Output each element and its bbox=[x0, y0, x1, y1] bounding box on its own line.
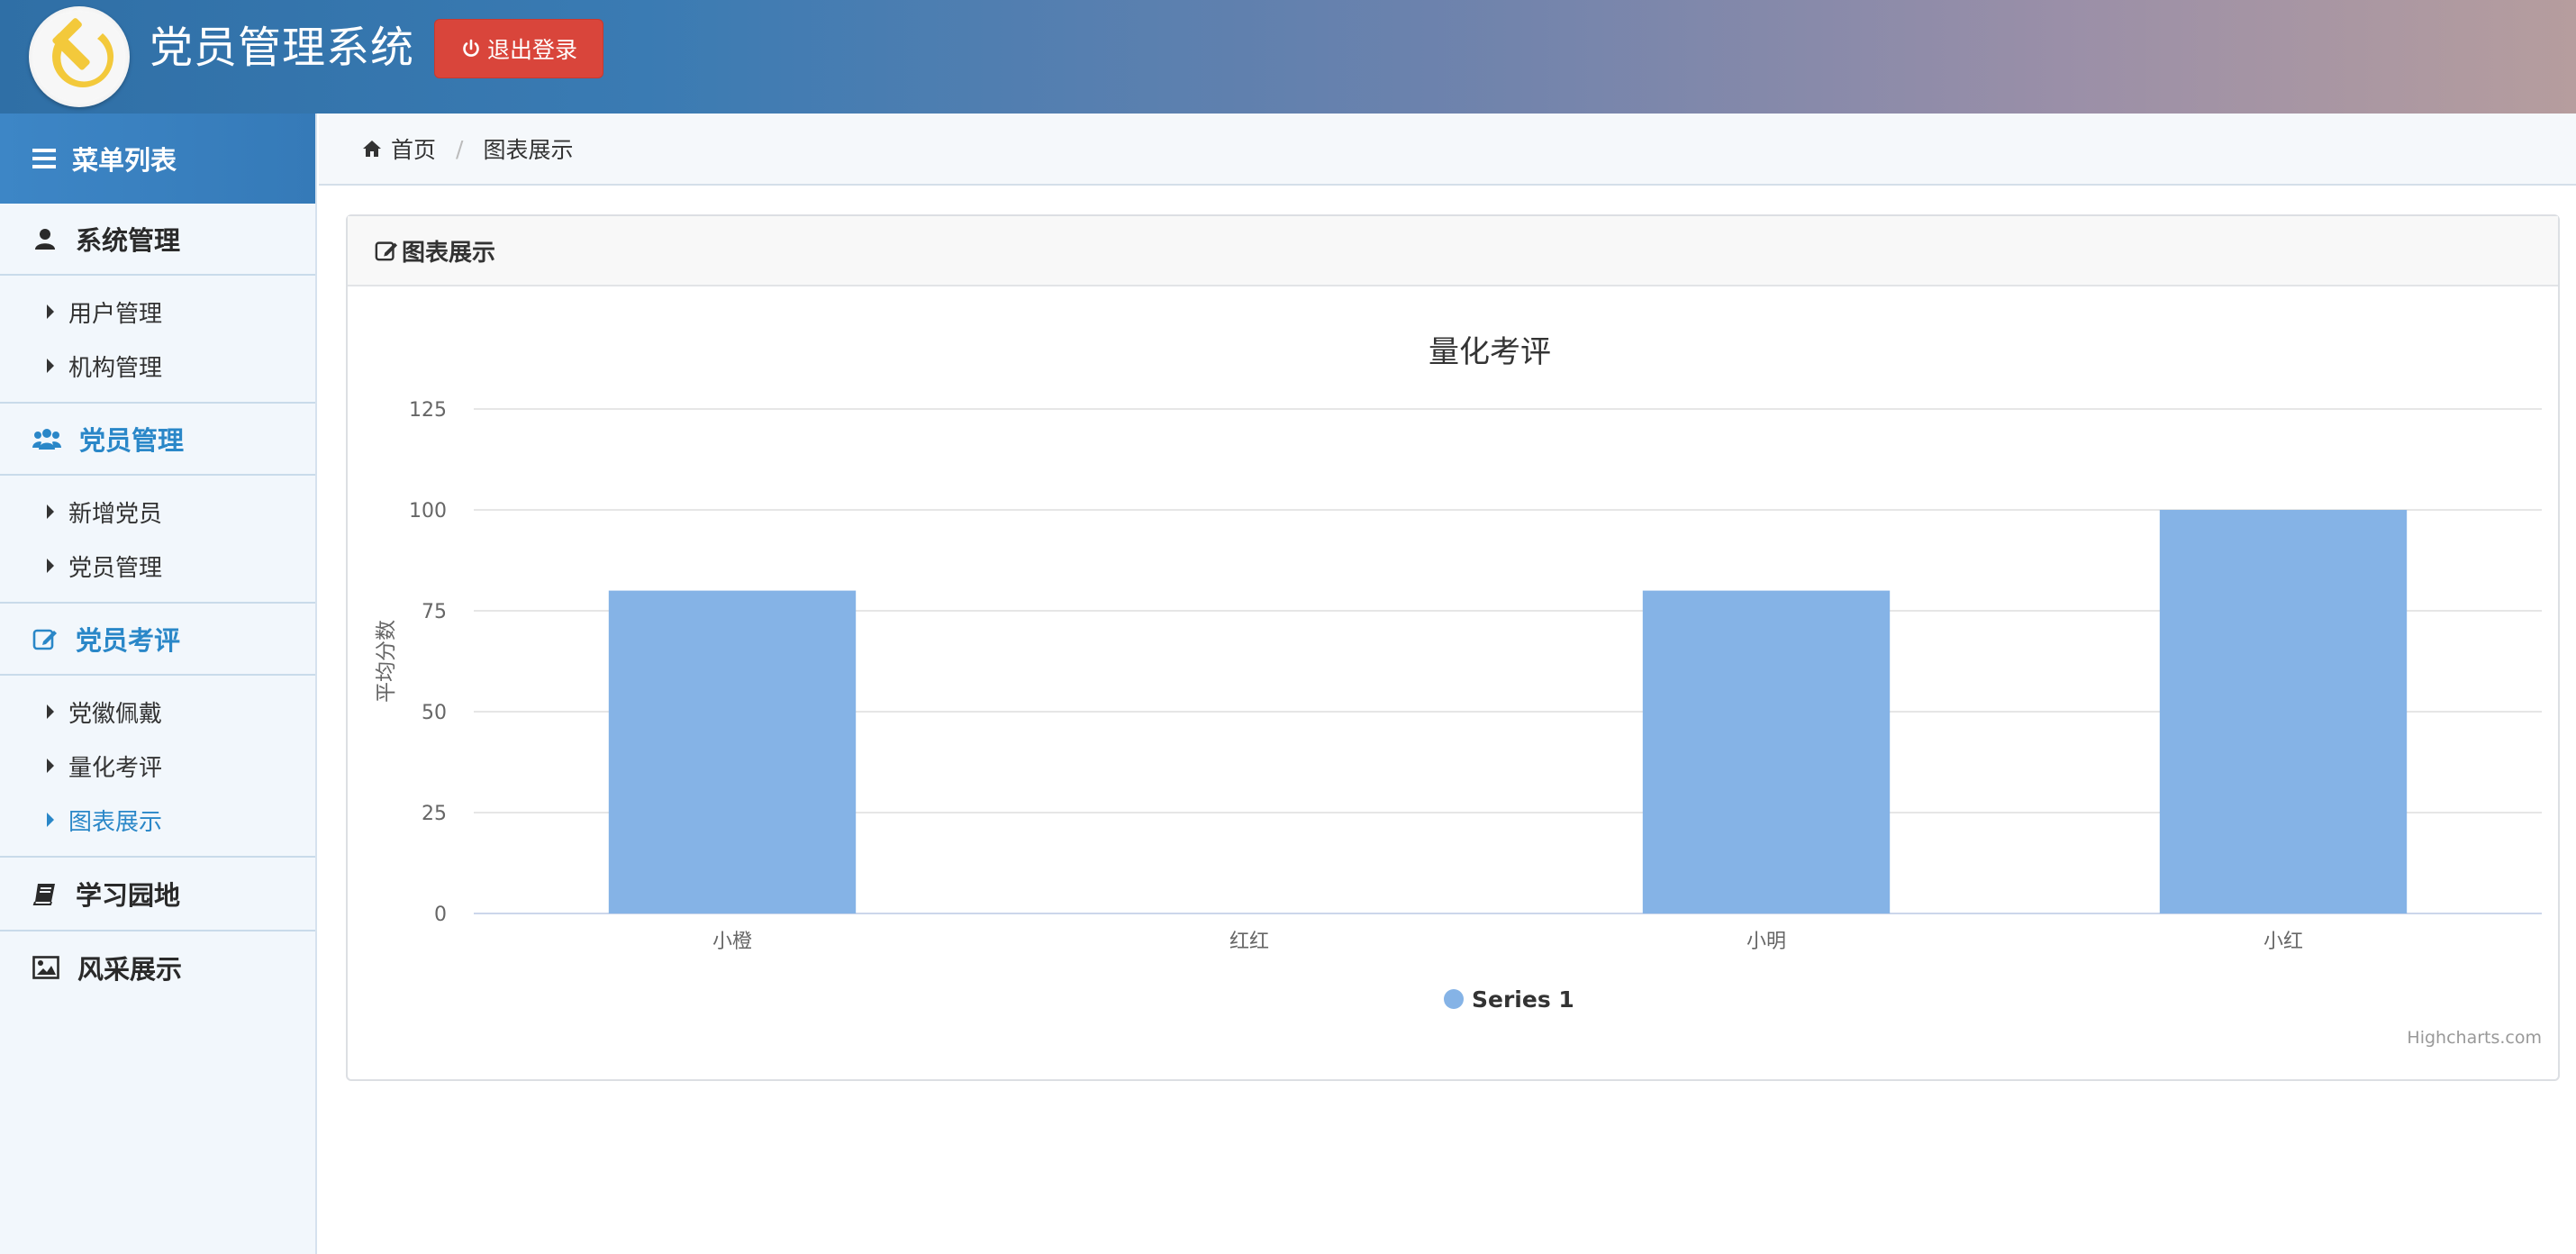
y-tick-label: 100 bbox=[409, 500, 447, 522]
users-icon bbox=[32, 429, 61, 450]
sidebar-item-quantified-evaluation[interactable]: 量化考评 bbox=[0, 739, 315, 793]
sidebar-item-badge-wearing[interactable]: 党徽佩戴 bbox=[0, 685, 315, 739]
y-tick-label: 75 bbox=[422, 601, 447, 623]
menu-header: 菜单列表 bbox=[0, 114, 315, 204]
breadcrumb-current: 图表展示 bbox=[483, 137, 574, 163]
sidebar-item-label: 用户管理 bbox=[68, 300, 163, 328]
book-icon bbox=[32, 884, 55, 905]
caret-right-icon bbox=[47, 504, 54, 519]
sidebar-group-member: 党员管理 新增党员 党员管理 bbox=[0, 404, 315, 604]
sidebar-group-title-showcase[interactable]: 风采展示 bbox=[0, 931, 315, 1004]
chart-credits: Highcharts.com bbox=[2407, 1028, 2542, 1048]
home-icon bbox=[363, 141, 381, 157]
y-tick-label: 0 bbox=[434, 904, 447, 926]
sidebar-group-label: 风采展示 bbox=[77, 954, 183, 985]
y-tick-label: 50 bbox=[422, 702, 447, 724]
x-tick-label: 小明 bbox=[1746, 931, 1786, 953]
legend-label: Series 1 bbox=[1472, 986, 1574, 1013]
y-tick-label: 125 bbox=[409, 399, 447, 422]
app-title: 党员管理系统 bbox=[150, 23, 415, 73]
sidebar-item-member-management[interactable]: 党员管理 bbox=[0, 539, 315, 593]
sidebar-item-chart-display[interactable]: 图表展示 bbox=[0, 793, 315, 847]
sidebar-group-label: 党员管理 bbox=[79, 425, 185, 456]
sidebar-group-label: 系统管理 bbox=[76, 225, 181, 256]
sidebar-group-evaluation: 党员考评 党徽佩戴 量化考评 图表展示 bbox=[0, 604, 315, 858]
user-icon bbox=[35, 229, 55, 250]
x-tick-label: 小红 bbox=[2263, 931, 2303, 953]
sidebar: 菜单列表 系统管理 用户管理 机构管理 党员管理 新增党员 党员管理 党员考评 … bbox=[0, 114, 317, 1254]
bar bbox=[1642, 590, 1891, 913]
sidebar-item-org-management[interactable]: 机构管理 bbox=[0, 339, 315, 393]
sidebar-group-title-system[interactable]: 系统管理 bbox=[0, 204, 315, 276]
caret-right-icon bbox=[47, 813, 54, 827]
breadcrumb-separator: / bbox=[456, 135, 464, 162]
sidebar-group-title-member[interactable]: 党员管理 bbox=[0, 404, 315, 476]
bar bbox=[2159, 510, 2408, 913]
app-header: 党员管理系统 退出登录 bbox=[0, 0, 2576, 114]
sidebar-item-label: 机构管理 bbox=[68, 354, 163, 382]
breadcrumb: 首页 / 图表展示 bbox=[319, 114, 2576, 186]
caret-right-icon bbox=[47, 359, 54, 373]
caret-right-icon bbox=[47, 559, 54, 573]
y-tick-label: 25 bbox=[422, 803, 447, 825]
chart-panel: 图表展示 量化考评 0 25 50 75 100 125 平均分数小橙 红红 小明 小红 Series… bbox=[346, 214, 2560, 1081]
sidebar-group-showcase: 风采展示 bbox=[0, 931, 315, 1004]
legend-symbol bbox=[1444, 989, 1464, 1009]
x-tick-label: 红红 bbox=[1229, 931, 1269, 953]
edit-icon bbox=[32, 629, 57, 650]
picture-icon bbox=[32, 956, 59, 979]
sidebar-item-label: 新增党员 bbox=[68, 500, 163, 528]
bar bbox=[608, 590, 857, 913]
bar-chart: 量化考评 0 25 50 75 100 125 平均分数小橙 红红 小明 小红 Series 1 Hig… bbox=[375, 334, 2542, 1048]
sidebar-item-label: 党徽佩戴 bbox=[68, 700, 163, 728]
panel-title: 图表展示 bbox=[402, 239, 496, 267]
sidebar-item-label: 图表展示 bbox=[68, 808, 163, 836]
sidebar-item-add-member[interactable]: 新增党员 bbox=[0, 485, 315, 539]
edit-icon bbox=[375, 241, 398, 261]
sidebar-group-system: 系统管理 用户管理 机构管理 bbox=[0, 204, 315, 404]
power-icon bbox=[463, 39, 479, 57]
x-tick-label: 小橙 bbox=[712, 931, 752, 953]
caret-right-icon bbox=[47, 704, 54, 719]
menu-title: 菜单列表 bbox=[72, 145, 177, 176]
sidebar-group-title-study[interactable]: 学习园地 bbox=[0, 858, 315, 930]
y-axis-label: 平均分数 bbox=[375, 620, 398, 703]
sidebar-item-user-management[interactable]: 用户管理 bbox=[0, 285, 315, 339]
logout-label: 退出登录 bbox=[486, 37, 577, 63]
sidebar-item-label: 党员管理 bbox=[68, 554, 163, 582]
sidebar-group-label: 党员考评 bbox=[76, 625, 181, 656]
sidebar-group-label: 学习园地 bbox=[76, 880, 181, 911]
sidebar-item-label: 量化考评 bbox=[68, 754, 163, 782]
party-emblem-logo bbox=[29, 6, 130, 107]
chart-title: 量化考评 bbox=[1429, 334, 1551, 370]
sidebar-group-study: 学习园地 bbox=[0, 858, 315, 931]
list-icon bbox=[32, 149, 56, 168]
hammer-sickle-icon bbox=[34, 12, 124, 102]
panel-header: 图表展示 bbox=[348, 216, 2558, 286]
caret-right-icon bbox=[47, 304, 54, 319]
breadcrumb-home[interactable]: 首页 bbox=[391, 132, 436, 165]
caret-right-icon bbox=[47, 759, 54, 773]
logout-button[interactable]: 退出登录 bbox=[434, 19, 603, 78]
sidebar-group-title-evaluation[interactable]: 党员考评 bbox=[0, 604, 315, 676]
